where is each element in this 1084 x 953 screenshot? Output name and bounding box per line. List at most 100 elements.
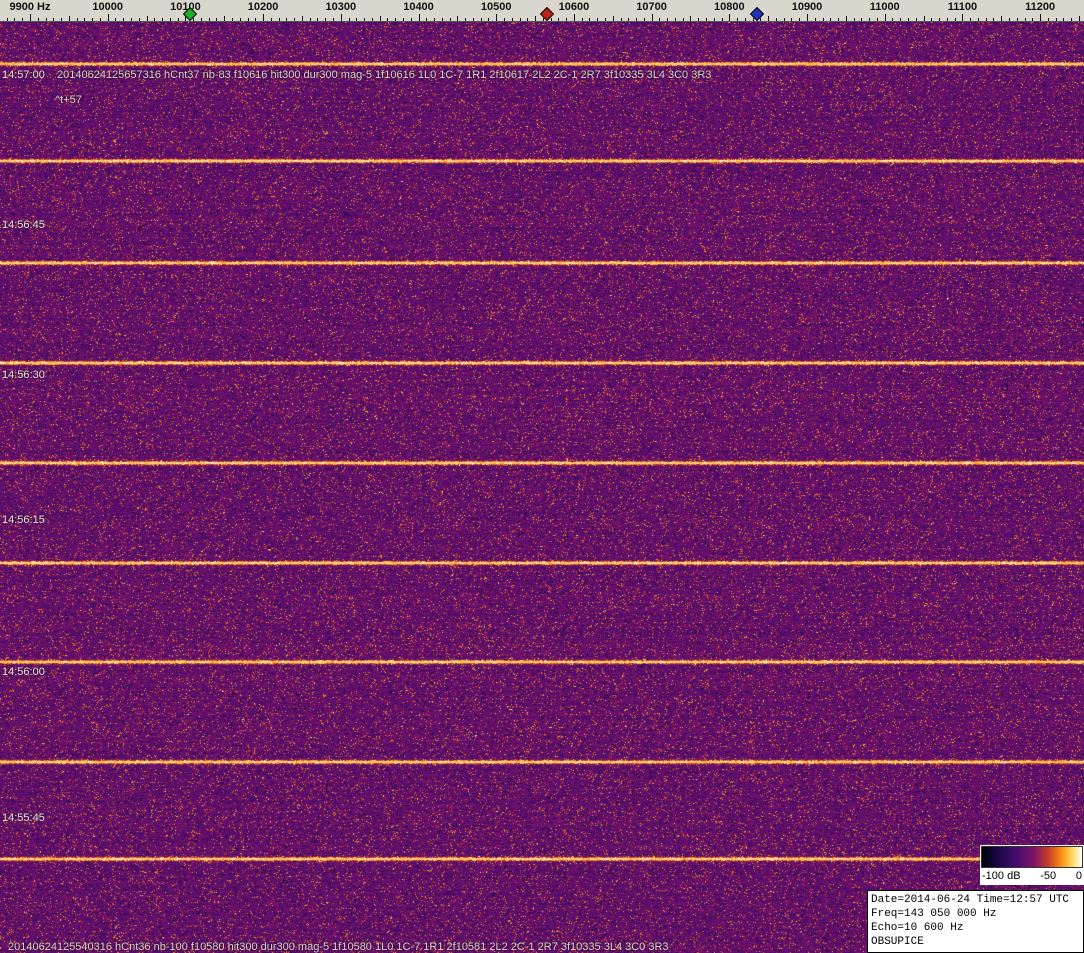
freq-tick-mark xyxy=(683,18,684,21)
freq-tick-mark xyxy=(722,18,723,21)
waterfall-canvas[interactable] xyxy=(0,22,1084,953)
freq-tick-mark xyxy=(465,18,466,21)
freq-tick-mark xyxy=(784,18,785,21)
freq-tick-mark xyxy=(605,18,606,21)
freq-tick-mark xyxy=(760,18,761,21)
freq-tick-mark xyxy=(807,14,808,21)
freq-tick-mark xyxy=(574,14,575,21)
freq-tick-mark xyxy=(512,18,513,21)
freq-tick-mark xyxy=(815,18,816,21)
freq-tick-mark xyxy=(162,18,163,21)
freq-tick-mark xyxy=(916,18,917,21)
freq-tick-mark xyxy=(706,18,707,21)
freq-tick-mark xyxy=(248,18,249,21)
colorbar-label: -50 xyxy=(1040,870,1057,882)
colorbar-gradient xyxy=(981,846,1083,868)
freq-tick-mark xyxy=(659,18,660,21)
info-line: OBSUPICE xyxy=(871,936,924,948)
freq-tick-label: 9900 Hz xyxy=(9,1,51,13)
freq-tick-label: 10500 xyxy=(480,1,512,13)
freq-tick-mark xyxy=(993,18,994,21)
freq-tick-label: 10300 xyxy=(325,1,357,13)
freq-tick-mark xyxy=(667,18,668,21)
freq-tick-mark xyxy=(123,18,124,21)
freq-tick-mark xyxy=(349,18,350,21)
freq-tick-mark xyxy=(1017,18,1018,21)
freq-tick-mark xyxy=(551,18,552,21)
freq-tick-mark xyxy=(520,18,521,21)
freq-tick-mark xyxy=(861,18,862,21)
freq-tick-label: 11100 xyxy=(947,1,978,13)
freq-tick-mark xyxy=(776,18,777,21)
colorbar-label: -100 dB xyxy=(982,870,1021,882)
freq-tick-mark xyxy=(1025,18,1026,21)
freq-tick-mark xyxy=(131,18,132,21)
freq-tick-mark xyxy=(426,18,427,21)
freq-tick-mark xyxy=(675,18,676,21)
freq-tick-mark xyxy=(22,18,23,21)
freq-tick-label: 10800 xyxy=(714,1,745,13)
freq-tick-mark xyxy=(372,18,373,21)
freq-tick-mark xyxy=(30,14,31,21)
freq-tick-mark xyxy=(178,18,179,21)
spectrogram-app: { "app": {"title": "Spectrum waterfall d… xyxy=(0,0,1084,953)
freq-tick-mark xyxy=(279,18,280,21)
freq-tick-mark xyxy=(877,18,878,21)
freq-tick-mark xyxy=(931,18,932,21)
freq-tick-mark xyxy=(38,18,39,21)
freq-tick-mark xyxy=(527,18,528,21)
freq-tick-mark xyxy=(115,18,116,21)
freq-tick-mark xyxy=(869,18,870,21)
colorbar-legend: -100 dB -50 0 xyxy=(980,845,1084,885)
freq-tick-mark xyxy=(791,18,792,21)
freq-tick-mark xyxy=(170,18,171,21)
freq-tick-mark xyxy=(947,18,948,21)
freq-tick-label: 10700 xyxy=(636,1,667,13)
freq-tick-mark xyxy=(216,18,217,21)
freq-tick-mark xyxy=(364,18,365,21)
freq-tick-mark xyxy=(823,18,824,21)
freq-tick-mark xyxy=(46,18,47,21)
freq-tick-mark xyxy=(978,18,979,21)
freq-tick-mark xyxy=(473,18,474,21)
freq-tick-mark xyxy=(69,16,70,21)
freq-tick-mark xyxy=(7,18,8,21)
freq-tick-mark xyxy=(1056,18,1057,21)
freq-tick-mark xyxy=(286,18,287,21)
freq-tick-mark xyxy=(84,18,85,21)
freq-tick-mark xyxy=(644,18,645,21)
freq-tick-mark xyxy=(690,16,691,21)
info-box: Date=2014-06-24 Time=12:57 UTC Freq=143 0… xyxy=(867,890,1084,953)
freq-tick-mark xyxy=(294,18,295,21)
freq-tick-mark xyxy=(255,18,256,21)
freq-tick-mark xyxy=(714,18,715,21)
freq-tick-mark xyxy=(419,14,420,21)
freq-tick-mark xyxy=(652,14,653,21)
freq-tick-mark xyxy=(636,18,637,21)
freq-tick-mark xyxy=(698,18,699,21)
freq-tick-mark xyxy=(1001,16,1002,21)
freq-tick-mark xyxy=(892,18,893,21)
freq-tick-mark xyxy=(139,18,140,21)
freq-tick-mark xyxy=(411,18,412,21)
freq-tick-label: 10600 xyxy=(558,1,590,13)
freq-tick-mark xyxy=(232,18,233,21)
freq-tick-mark xyxy=(589,18,590,21)
freq-tick-mark xyxy=(628,18,629,21)
freq-tick-mark xyxy=(100,18,101,21)
freq-tick-mark xyxy=(939,18,940,21)
freq-tick-mark xyxy=(535,16,536,21)
freq-tick-mark xyxy=(924,16,925,21)
freq-tick-mark xyxy=(92,18,93,21)
freq-tick-mark xyxy=(53,18,54,21)
freq-tick-mark xyxy=(900,18,901,21)
freq-tick-mark xyxy=(986,18,987,21)
freq-tick-mark xyxy=(768,16,769,21)
freq-tick-mark xyxy=(310,18,311,21)
freq-tick-label: 10000 xyxy=(92,1,123,13)
freq-tick-mark xyxy=(1009,18,1010,21)
info-line: Echo=10 600 Hz xyxy=(871,922,964,934)
freq-tick-mark xyxy=(737,18,738,21)
freq-tick-mark xyxy=(302,16,303,21)
freq-tick-mark xyxy=(193,18,194,21)
